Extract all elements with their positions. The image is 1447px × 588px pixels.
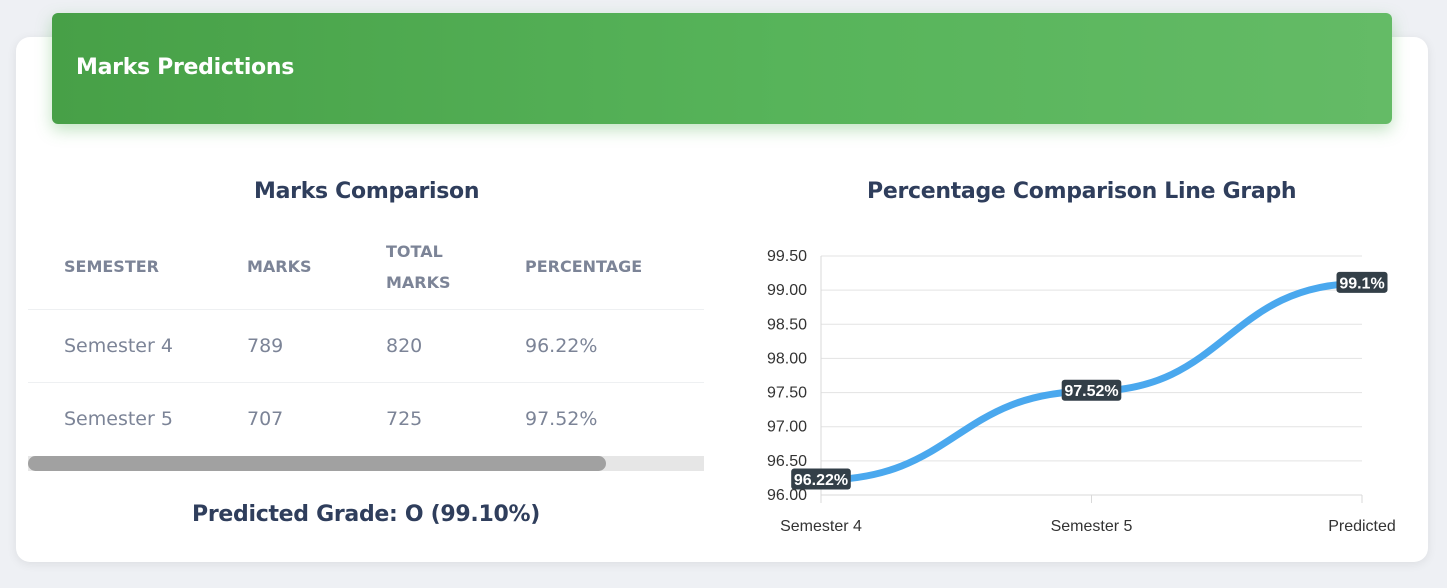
card-header: Marks Predictions [52,13,1392,124]
cell-marks: 789 [247,308,386,382]
table-row: Semester 5 707 725 97.52% [28,381,704,455]
header-title: Marks Predictions [76,55,295,80]
percentage-line-chart: 96.00 96.50 97.00 97.50 98.00 98.50 99.00 99.50… [767,248,1396,535]
x-tick-label: Semester 5 [1051,518,1133,535]
cell-total-marks: 820 [386,308,525,382]
column-header-marks: MARKS [247,257,312,277]
y-tick-label: 98.00 [767,350,807,367]
predicted-grade: Predicted Grade: O (99.10%) [192,502,540,527]
y-tick-label: 99.00 [767,282,807,299]
marks-table-scroll-area[interactable]: SEMESTER MARKS TOTAL MARKS PERCENTAGE Sem… [28,225,704,470]
column-header-semester: SEMESTER [64,257,159,277]
line-graph-title: Percentage Comparison Line Graph [867,179,1297,204]
cell-percentage: 96.22% [525,308,704,382]
y-tick-label: 97.00 [767,419,807,436]
cell-semester: Semester 4 [28,308,247,382]
y-tick-label: 98.50 [767,316,807,333]
cell-marks: 707 [247,381,386,455]
column-header-percentage: PERCENTAGE [525,257,643,277]
y-tick-label: 99.50 [767,248,807,265]
column-header-total-marks: TOTAL MARKS [386,225,525,309]
table-row: Semester 4 789 820 96.22% [28,308,704,382]
marks-comparison-title: Marks Comparison [254,179,480,204]
table-header-row: SEMESTER MARKS TOTAL MARKS PERCENTAGE [28,225,704,309]
cell-percentage: 97.52% [525,381,704,455]
cell-total-marks: 725 [386,381,525,455]
y-tick-label: 96.50 [767,453,807,470]
horizontal-scrollbar[interactable] [28,456,704,471]
cell-semester: Semester 5 [28,381,247,455]
x-tick-label: Predicted [1328,518,1396,535]
scrollbar-thumb[interactable] [28,456,606,471]
x-tick-label: Semester 4 [780,518,862,535]
y-tick-label: 97.50 [767,385,807,402]
marks-table: SEMESTER MARKS TOTAL MARKS PERCENTAGE Sem… [28,225,704,455]
y-tick-label: 96.00 [767,487,807,504]
data-label: 97.52% [1064,383,1118,400]
column-header-total-marks-line: MARKS [386,272,451,292]
data-label: 96.22% [794,472,848,489]
column-header-total-marks-line: TOTAL [386,241,443,261]
data-label: 99.1% [1339,275,1384,292]
